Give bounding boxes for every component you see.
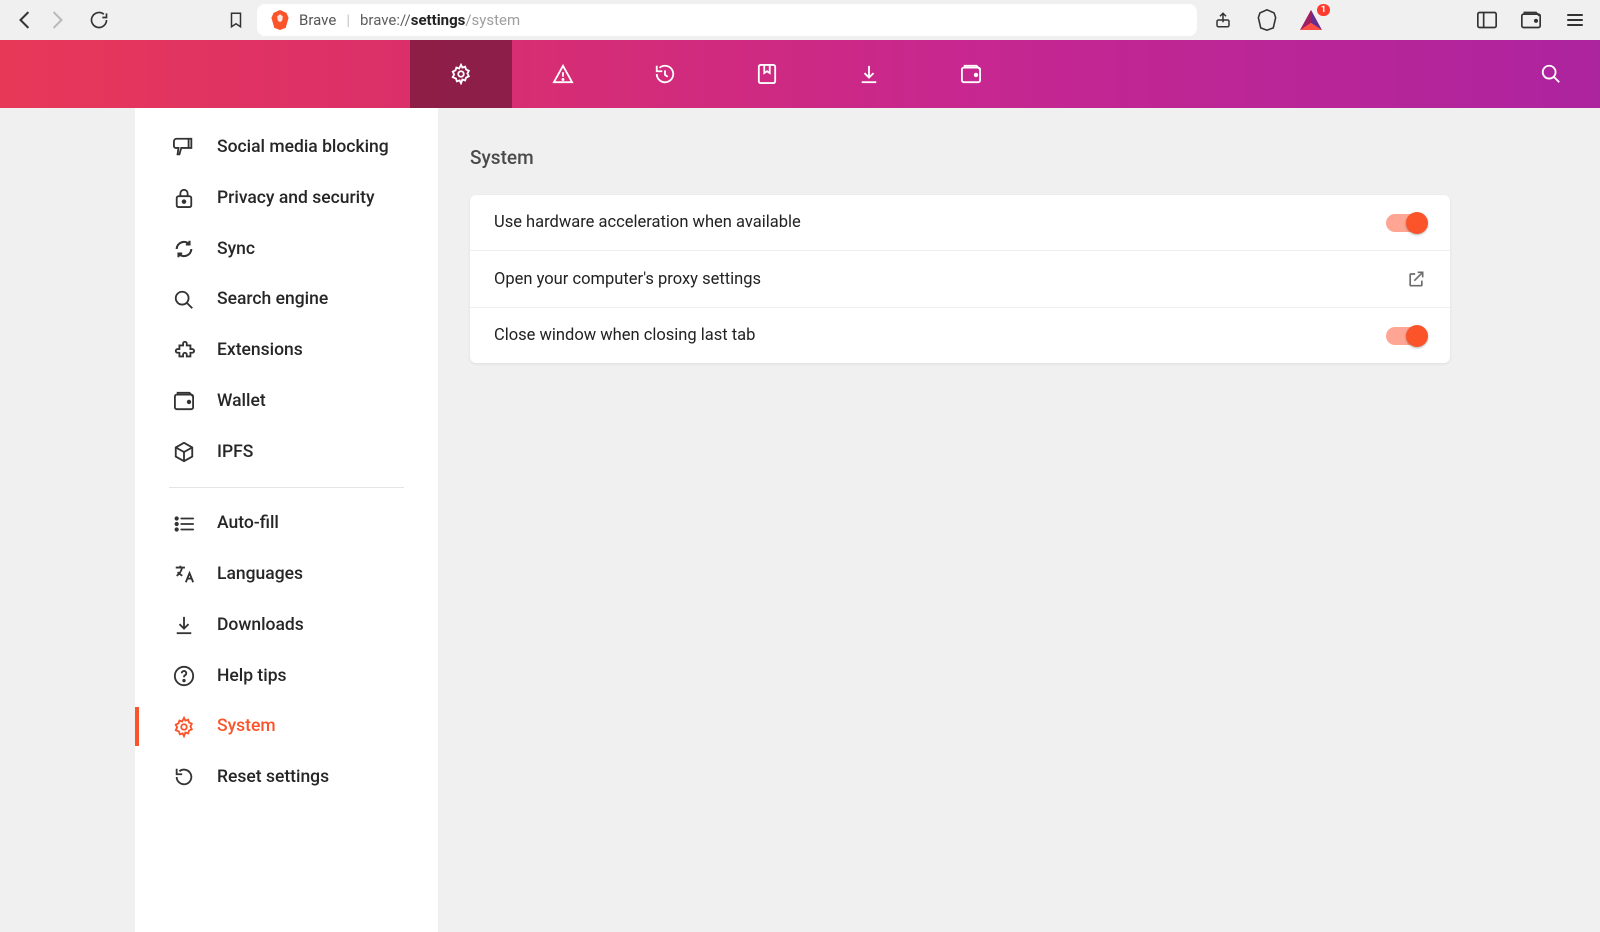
thumbs-down-icon [173, 136, 195, 158]
forward-button[interactable] [46, 9, 68, 31]
sidebar-item-reset[interactable]: Reset settings [135, 752, 438, 803]
wallet-icon [173, 390, 195, 412]
bat-badge: 1 [1317, 4, 1330, 16]
sidebar-item-label: IPFS [217, 441, 253, 464]
row-label: Close window when closing last tab [494, 326, 755, 345]
settings-content: System Use hardware acceleration when av… [438, 108, 1600, 932]
lock-icon [173, 187, 195, 209]
sidebar-item-ipfs[interactable]: IPFS [135, 427, 438, 478]
topnav-history[interactable] [614, 40, 716, 108]
system-card: Use hardware acceleration when available… [470, 195, 1450, 363]
sidebar-item-label: Reset settings [217, 766, 329, 789]
sidebar-item-label: Sync [217, 238, 255, 261]
address-bar[interactable]: Brave | brave://settings/system [257, 4, 1197, 36]
settings-page: Social media blocking Privacy and securi… [0, 108, 1600, 932]
sidebar-item-label: Languages [217, 563, 303, 586]
sidebar-item-label: Extensions [217, 339, 303, 362]
menu-button[interactable] [1564, 9, 1586, 31]
help-icon [173, 665, 195, 687]
sidebar-item-label: Auto-fill [217, 512, 279, 535]
sidebar-item-label: Social media blocking [217, 136, 389, 159]
sidebar-item-downloads[interactable]: Downloads [135, 600, 438, 651]
reset-icon [173, 766, 195, 788]
bookmark-button[interactable] [225, 9, 247, 31]
sidebar-item-privacy[interactable]: Privacy and security [135, 173, 438, 224]
sidebar-item-search[interactable]: Search engine [135, 274, 438, 325]
sidebar-item-label: Search engine [217, 288, 328, 311]
bat-rewards-icon[interactable]: 1 [1300, 9, 1322, 31]
page-title: System [470, 146, 1450, 169]
sidebar-item-wallet[interactable]: Wallet [135, 376, 438, 427]
brave-logo-icon [271, 10, 289, 30]
back-button[interactable] [14, 9, 36, 31]
sidebar-item-autofill[interactable]: Auto-fill [135, 498, 438, 549]
topnav-search[interactable] [1522, 40, 1580, 108]
row-label: Open your computer's proxy settings [494, 270, 761, 289]
topnav-downloads[interactable] [818, 40, 920, 108]
topnav-privacy[interactable] [512, 40, 614, 108]
sidebar-item-languages[interactable]: Languages [135, 549, 438, 600]
sidebar-item-label: Privacy and security [217, 187, 375, 210]
share-button[interactable] [1212, 9, 1234, 31]
download-icon [173, 614, 195, 636]
cube-icon [173, 441, 195, 463]
settings-sidebar: Social media blocking Privacy and securi… [0, 108, 438, 932]
translate-icon [173, 563, 195, 585]
topnav-settings[interactable] [410, 40, 512, 108]
wallet-chrome-icon[interactable] [1520, 9, 1542, 31]
gear-icon [173, 716, 195, 738]
sidebar-item-label: Downloads [217, 614, 304, 637]
topnav-bookmarks[interactable] [716, 40, 818, 108]
toggle-hardware-accel[interactable] [1386, 214, 1426, 232]
row-hardware-accel[interactable]: Use hardware acceleration when available [470, 195, 1450, 251]
sidebar-toggle-icon[interactable] [1476, 9, 1498, 31]
topnav-wallet[interactable] [920, 40, 1022, 108]
sidebar-item-help[interactable]: Help tips [135, 651, 438, 702]
sidebar-item-label: Help tips [217, 665, 287, 688]
sidebar-item-label: System [217, 715, 276, 738]
sidebar-item-extensions[interactable]: Extensions [135, 325, 438, 376]
browser-chrome: Brave | brave://settings/system 1 [0, 0, 1600, 40]
puzzle-icon [173, 339, 195, 361]
brave-shields-icon[interactable] [1256, 9, 1278, 31]
sync-icon [173, 238, 195, 260]
url-brand: Brave [299, 11, 336, 29]
sidebar-item-social-blocking[interactable]: Social media blocking [135, 122, 438, 173]
reload-button[interactable] [88, 9, 110, 31]
row-proxy-settings[interactable]: Open your computer's proxy settings [470, 251, 1450, 308]
row-label: Use hardware acceleration when available [494, 213, 801, 232]
row-close-window[interactable]: Close window when closing last tab [470, 308, 1450, 363]
settings-topnav [0, 40, 1600, 108]
url-text: brave://settings/system [360, 11, 520, 29]
sidebar-item-system[interactable]: System [135, 701, 438, 752]
sidebar-separator [169, 487, 404, 488]
search-icon [173, 289, 195, 311]
toggle-close-window[interactable] [1386, 327, 1426, 345]
sidebar-item-label: Wallet [217, 390, 266, 413]
external-link-icon [1406, 269, 1426, 289]
sidebar-item-sync[interactable]: Sync [135, 224, 438, 275]
autofill-icon [173, 513, 195, 535]
